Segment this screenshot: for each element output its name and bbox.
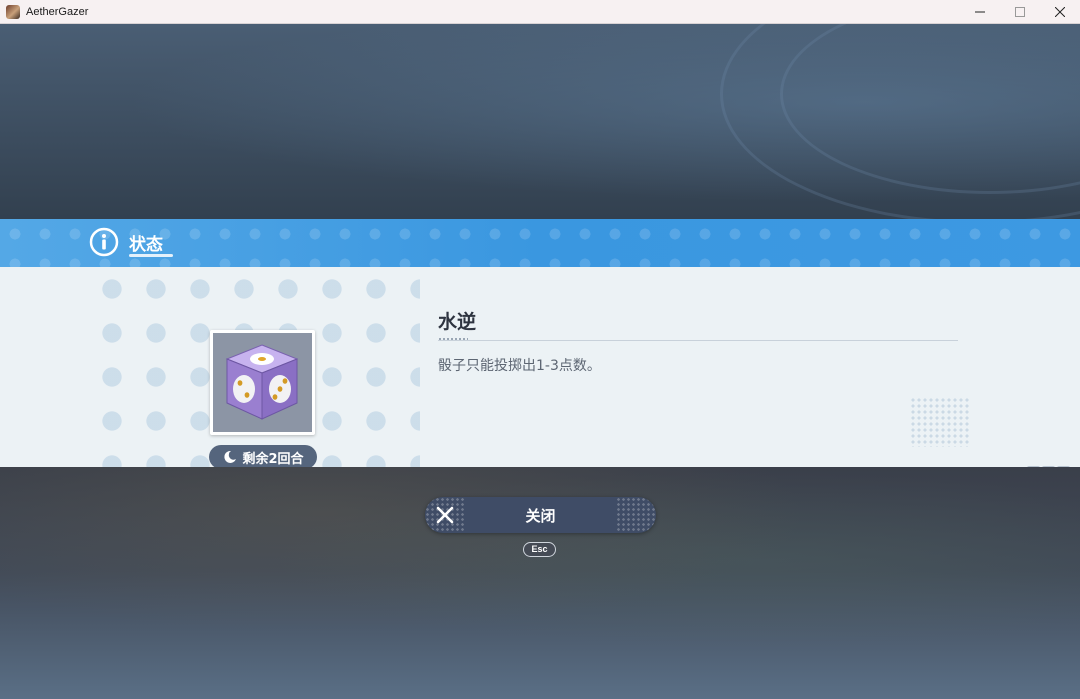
esc-key-hint: Esc (523, 542, 556, 557)
status-panel: 剩余2回合 水逆 骰子只能投掷出1-3点数。 (0, 267, 1080, 467)
corner-decoration (1027, 466, 1070, 467)
window-controls (960, 0, 1080, 24)
status-description: 骰子只能投掷出1-3点数。 (438, 358, 601, 374)
close-window-button[interactable] (1040, 0, 1080, 24)
remaining-turns-badge: 剩余2回合 (209, 445, 317, 467)
status-name: 水逆 (438, 311, 477, 333)
status-banner: 状态 (0, 219, 1080, 267)
divider-mark (438, 337, 468, 341)
status-image-frame (210, 330, 315, 435)
window-title: AetherGazer (26, 5, 89, 18)
divider (438, 340, 958, 341)
moon-icon (224, 450, 237, 463)
close-button[interactable]: 关闭 (425, 497, 656, 533)
remaining-turns-text: 剩余2回合 (242, 451, 304, 467)
decor-square-icon (1027, 466, 1040, 467)
banner-title: 状态 (129, 235, 163, 255)
banner-underline (129, 254, 173, 257)
minimize-icon (975, 11, 985, 13)
maximize-icon (1015, 7, 1025, 17)
app-icon (6, 4, 20, 19)
close-button-label: 关闭 (525, 506, 556, 525)
decor-square-icon (1057, 466, 1070, 467)
minimize-button[interactable] (960, 0, 1000, 24)
close-icon (1055, 7, 1065, 17)
panel-dots (910, 397, 970, 447)
maximize-button[interactable] (1000, 0, 1040, 24)
window-titlebar: AetherGazer (0, 0, 1080, 24)
decor-square-icon (1042, 466, 1055, 467)
dice-icon (225, 344, 299, 420)
game-viewport: 状态 剩余2回合 水逆 骰子只能投掷出1-3点数。 关闭 Esc (0, 24, 1080, 699)
info-icon (89, 227, 119, 257)
